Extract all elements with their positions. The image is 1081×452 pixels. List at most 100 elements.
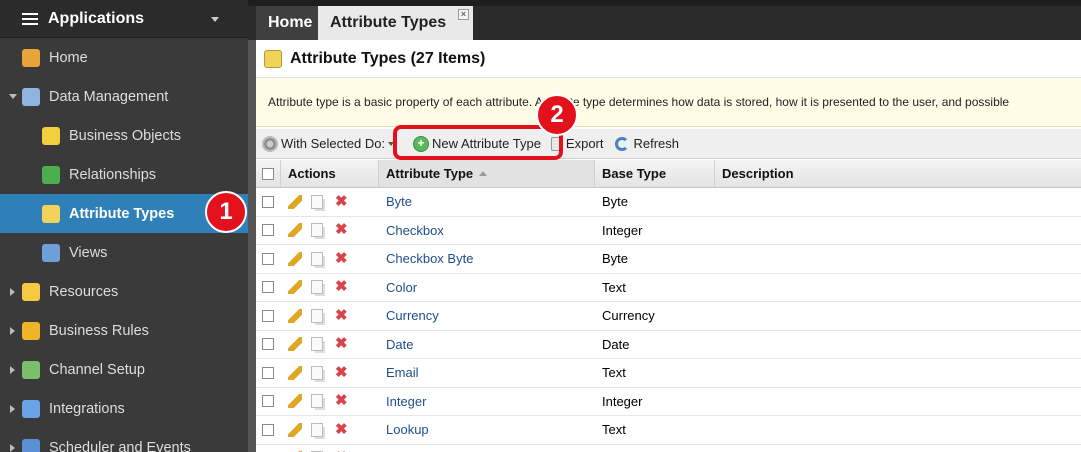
row-actions: ✖ xyxy=(281,331,379,359)
attribute-type-cell[interactable]: Checkbox Byte xyxy=(379,245,595,273)
tab-attribute-types[interactable]: Attribute Types × xyxy=(318,6,473,40)
row-actions: ✖ xyxy=(281,188,379,216)
attribute-type-link[interactable]: Checkbox xyxy=(386,223,444,238)
edit-icon[interactable] xyxy=(288,365,302,380)
chevron-right-icon[interactable] xyxy=(10,366,15,374)
applications-menu-header[interactable]: Applications xyxy=(0,0,248,38)
header-description[interactable]: Description xyxy=(715,160,1081,187)
sidebar-item-views[interactable]: Views xyxy=(0,233,248,272)
row-checkbox[interactable] xyxy=(256,359,281,387)
attribute-type-cell[interactable]: Lookup xyxy=(379,416,595,444)
select-all-checkbox[interactable] xyxy=(256,160,281,187)
sidebar-item-business-rules[interactable]: Business Rules xyxy=(0,311,248,350)
sidebar-item-relationships[interactable]: Relationships xyxy=(0,155,248,194)
header-base-type[interactable]: Base Type xyxy=(595,160,715,187)
sidebar-item-scheduler-and-events[interactable]: Scheduler and Events xyxy=(0,428,248,452)
base-type-cell: Byte xyxy=(602,194,629,210)
delete-icon[interactable]: ✖ xyxy=(335,308,348,323)
row-checkbox[interactable] xyxy=(256,302,281,330)
attribute-type-cell[interactable]: Email xyxy=(379,359,595,387)
table-row: ✖ Color Text xyxy=(256,274,1081,302)
attribute-type-link[interactable]: Checkbox Byte xyxy=(386,251,473,266)
chevron-right-icon[interactable] xyxy=(10,444,15,452)
chevron-right-icon[interactable] xyxy=(10,327,15,335)
sidebar-item-home[interactable]: Home xyxy=(0,38,248,77)
edit-icon[interactable] xyxy=(288,308,302,323)
table-row: ✖ Lookup Text xyxy=(256,416,1081,445)
home-icon xyxy=(22,48,40,67)
copy-icon[interactable] xyxy=(311,365,323,380)
row-checkbox[interactable] xyxy=(256,245,281,273)
chevron-down-icon xyxy=(211,17,219,22)
export-label: Export xyxy=(565,136,604,151)
attribute-type-link[interactable]: Integer xyxy=(386,394,426,409)
chevron-right-icon[interactable] xyxy=(10,405,15,413)
row-checkbox[interactable] xyxy=(256,188,281,216)
copy-icon[interactable] xyxy=(311,394,323,409)
attribute-type-cell[interactable] xyxy=(379,445,595,452)
attribute-type-cell[interactable]: Checkbox xyxy=(379,217,595,245)
edit-icon[interactable] xyxy=(288,422,302,437)
attribute-type-cell[interactable]: Color xyxy=(379,274,595,302)
attribute-type-link[interactable]: Email xyxy=(386,365,419,380)
main-content: Attribute Types (27 Items) Attribute typ… xyxy=(248,40,1081,452)
close-icon[interactable]: × xyxy=(458,9,469,20)
delete-icon[interactable]: ✖ xyxy=(335,194,348,209)
sidebar-item-integrations[interactable]: Integrations xyxy=(0,389,248,428)
row-checkbox[interactable] xyxy=(256,388,281,416)
chevron-right-icon[interactable] xyxy=(10,288,15,296)
copy-icon[interactable] xyxy=(311,251,323,266)
table-header: Actions Attribute Type Base Type Descrip… xyxy=(256,160,1081,188)
copy-icon[interactable] xyxy=(311,194,323,209)
attribute-type-link[interactable]: Byte xyxy=(386,194,412,209)
attribute-type-cell[interactable]: Date xyxy=(379,331,595,359)
edit-icon[interactable] xyxy=(288,337,302,352)
header-attribute-type[interactable]: Attribute Type xyxy=(379,160,595,187)
row-checkbox[interactable] xyxy=(256,217,281,245)
copy-icon[interactable] xyxy=(311,422,323,437)
sidebar-item-business-objects[interactable]: Business Objects xyxy=(0,116,248,155)
attribute-type-link[interactable]: Lookup xyxy=(386,422,429,437)
chevron-down-icon[interactable] xyxy=(9,94,17,99)
delete-icon[interactable]: ✖ xyxy=(335,422,348,437)
row-checkbox[interactable] xyxy=(256,331,281,359)
attribute-type-link[interactable]: Color xyxy=(386,280,417,295)
refresh-button[interactable]: Refresh xyxy=(614,136,679,151)
delete-icon[interactable]: ✖ xyxy=(335,279,348,294)
delete-icon[interactable]: ✖ xyxy=(335,222,348,237)
sidebar-item-data-management[interactable]: Data Management xyxy=(0,77,248,116)
page-header: Attribute Types (27 Items) xyxy=(256,40,1081,78)
row-checkbox[interactable] xyxy=(256,416,281,444)
description-cell xyxy=(715,388,1081,416)
sidebar-item-channel-setup[interactable]: Channel Setup xyxy=(0,350,248,389)
attribute-type-cell[interactable]: Integer xyxy=(379,388,595,416)
with-selected-dropdown[interactable]: With Selected Do: xyxy=(262,135,395,152)
delete-icon[interactable]: ✖ xyxy=(335,251,348,266)
delete-icon[interactable]: ✖ xyxy=(335,393,348,408)
copy-icon[interactable] xyxy=(311,308,323,323)
edit-icon[interactable] xyxy=(288,251,302,266)
edit-icon[interactable] xyxy=(288,223,302,238)
copy-icon[interactable] xyxy=(311,280,323,295)
attribute-type-link[interactable]: Currency xyxy=(386,308,439,323)
description-cell xyxy=(715,274,1081,302)
edit-icon[interactable] xyxy=(288,280,302,295)
delete-icon[interactable]: ✖ xyxy=(335,365,348,380)
attribute-type-cell[interactable]: Byte xyxy=(379,188,595,216)
with-selected-label: With Selected Do: xyxy=(281,136,386,151)
row-checkbox[interactable] xyxy=(256,445,281,452)
tab-home[interactable]: Home xyxy=(256,6,325,40)
toolbar: With Selected Do: + New Attribute Type E… xyxy=(256,129,1081,159)
row-checkbox[interactable] xyxy=(256,274,281,302)
sidebar-item-label: Home xyxy=(49,49,88,66)
attribute-type-cell[interactable]: Currency xyxy=(379,302,595,330)
base-type-cell: Text xyxy=(602,422,626,438)
copy-icon[interactable] xyxy=(311,337,323,352)
edit-icon[interactable] xyxy=(288,394,302,409)
copy-icon[interactable] xyxy=(311,223,323,238)
edit-icon[interactable] xyxy=(288,194,302,209)
sidebar-item-resources[interactable]: Resources xyxy=(0,272,248,311)
attribute-type-link[interactable]: Date xyxy=(386,337,413,352)
delete-icon[interactable]: ✖ xyxy=(335,336,348,351)
new-attribute-type-highlight xyxy=(393,125,563,160)
